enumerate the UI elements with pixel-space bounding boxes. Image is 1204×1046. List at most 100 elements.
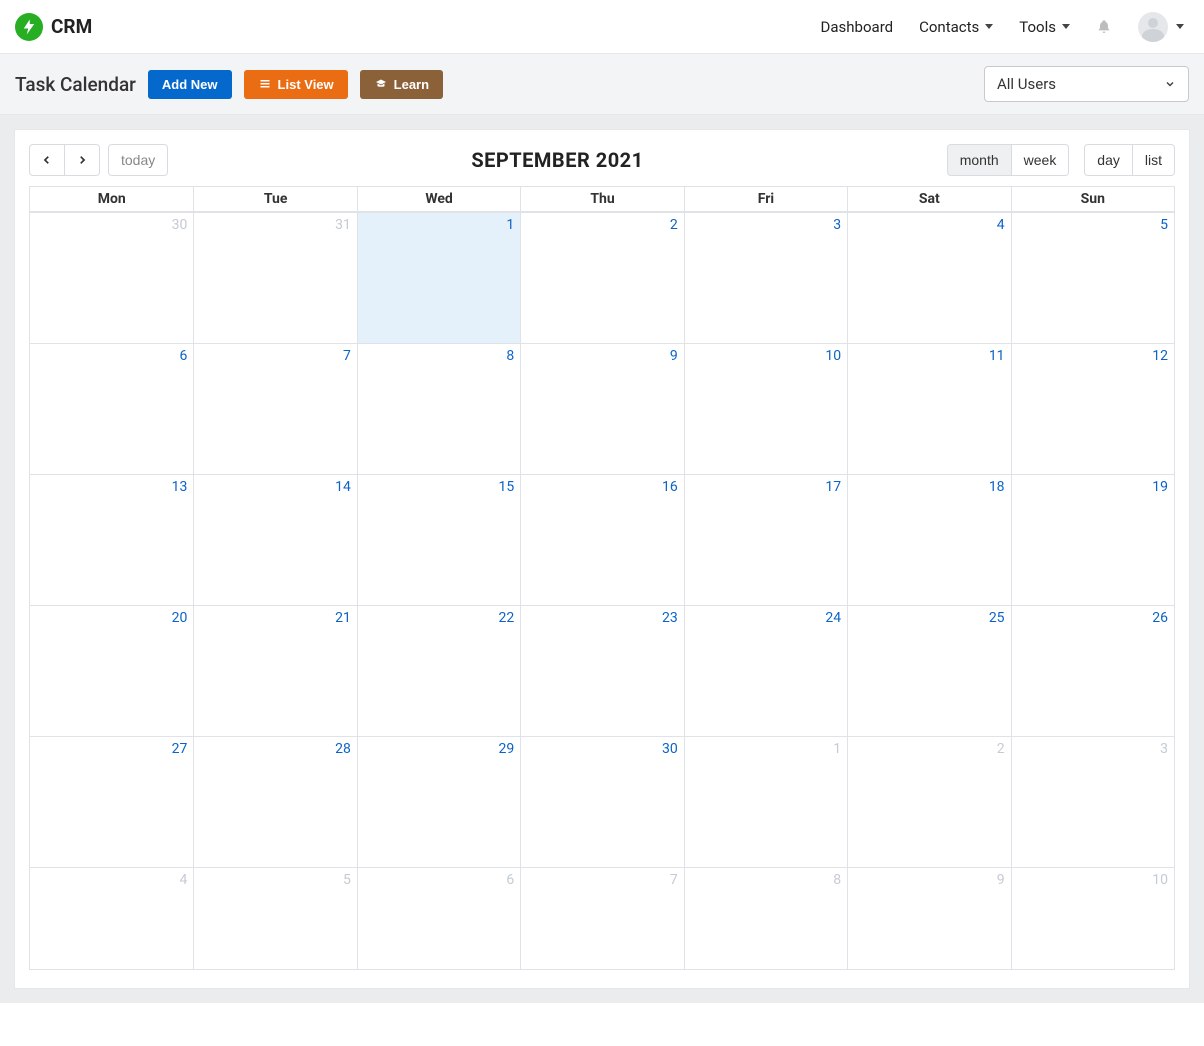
calendar-cell[interactable]: 14 bbox=[193, 474, 356, 605]
view-day-button[interactable]: day bbox=[1084, 144, 1133, 176]
calendar-cell[interactable]: 7 bbox=[520, 867, 683, 969]
calendar-cell[interactable]: 4 bbox=[847, 212, 1010, 343]
day-number[interactable]: 6 bbox=[506, 872, 514, 888]
add-new-button[interactable]: Add New bbox=[148, 70, 232, 99]
calendar-cell[interactable]: 5 bbox=[1011, 212, 1174, 343]
calendar-cell[interactable]: 6 bbox=[30, 343, 193, 474]
day-number[interactable]: 31 bbox=[335, 217, 351, 233]
calendar-cell[interactable]: 2 bbox=[520, 212, 683, 343]
calendar-cell[interactable]: 24 bbox=[684, 605, 847, 736]
day-number[interactable]: 10 bbox=[1152, 872, 1168, 888]
user-filter-select[interactable]: All Users bbox=[984, 66, 1189, 102]
calendar-cell[interactable]: 27 bbox=[30, 736, 193, 867]
day-number[interactable]: 2 bbox=[997, 741, 1005, 757]
day-number[interactable]: 15 bbox=[499, 479, 515, 495]
day-number[interactable]: 28 bbox=[335, 741, 351, 757]
day-number[interactable]: 29 bbox=[499, 741, 515, 757]
day-number[interactable]: 8 bbox=[833, 872, 841, 888]
view-list-button[interactable]: list bbox=[1133, 144, 1175, 176]
user-menu[interactable] bbox=[1138, 12, 1184, 42]
day-number[interactable]: 19 bbox=[1152, 479, 1168, 495]
nav-contacts[interactable]: Contacts bbox=[919, 18, 993, 36]
bell-icon[interactable] bbox=[1096, 18, 1112, 36]
today-button[interactable]: today bbox=[108, 144, 168, 176]
day-number[interactable]: 9 bbox=[997, 872, 1005, 888]
calendar-cell[interactable]: 25 bbox=[847, 605, 1010, 736]
learn-button[interactable]: Learn bbox=[360, 70, 443, 99]
calendar-cell[interactable]: 21 bbox=[193, 605, 356, 736]
calendar-cell[interactable]: 31 bbox=[193, 212, 356, 343]
calendar-cell[interactable]: 26 bbox=[1011, 605, 1174, 736]
calendar-cell[interactable]: 18 bbox=[847, 474, 1010, 605]
calendar-cell[interactable]: 6 bbox=[357, 867, 520, 969]
calendar-cell[interactable]: 17 bbox=[684, 474, 847, 605]
day-number[interactable]: 10 bbox=[825, 348, 841, 364]
day-number[interactable]: 1 bbox=[833, 741, 841, 757]
calendar-cell[interactable]: 19 bbox=[1011, 474, 1174, 605]
day-number[interactable]: 2 bbox=[670, 217, 678, 233]
calendar-cell[interactable]: 1 bbox=[684, 736, 847, 867]
day-number[interactable]: 1 bbox=[506, 217, 514, 233]
calendar-cell[interactable]: 2 bbox=[847, 736, 1010, 867]
prev-button[interactable] bbox=[29, 144, 65, 176]
day-number[interactable]: 30 bbox=[662, 741, 678, 757]
calendar-cell[interactable]: 1 bbox=[357, 212, 520, 343]
day-number[interactable]: 21 bbox=[335, 610, 351, 626]
day-number[interactable]: 26 bbox=[1152, 610, 1168, 626]
calendar-cell[interactable]: 11 bbox=[847, 343, 1010, 474]
day-number[interactable]: 17 bbox=[825, 479, 841, 495]
calendar-cell[interactable]: 29 bbox=[357, 736, 520, 867]
calendar-cell[interactable]: 9 bbox=[520, 343, 683, 474]
day-number[interactable]: 13 bbox=[172, 479, 188, 495]
calendar-cell[interactable]: 10 bbox=[1011, 867, 1174, 969]
calendar-cell[interactable]: 3 bbox=[684, 212, 847, 343]
view-week-button[interactable]: week bbox=[1012, 144, 1070, 176]
day-number[interactable]: 18 bbox=[989, 479, 1005, 495]
calendar-cell[interactable]: 8 bbox=[684, 867, 847, 969]
day-number[interactable]: 16 bbox=[662, 479, 678, 495]
calendar-cell[interactable]: 28 bbox=[193, 736, 356, 867]
day-number[interactable]: 20 bbox=[172, 610, 188, 626]
calendar-cell[interactable]: 3 bbox=[1011, 736, 1174, 867]
day-number[interactable]: 7 bbox=[343, 348, 351, 364]
calendar-cell[interactable]: 4 bbox=[30, 867, 193, 969]
day-number[interactable]: 7 bbox=[670, 872, 678, 888]
calendar-cell[interactable]: 5 bbox=[193, 867, 356, 969]
day-number[interactable]: 27 bbox=[172, 741, 188, 757]
calendar-cell[interactable]: 8 bbox=[357, 343, 520, 474]
day-number[interactable]: 25 bbox=[989, 610, 1005, 626]
day-number[interactable]: 3 bbox=[833, 217, 841, 233]
calendar-cell[interactable]: 9 bbox=[847, 867, 1010, 969]
day-number[interactable]: 8 bbox=[506, 348, 514, 364]
calendar-cell[interactable]: 16 bbox=[520, 474, 683, 605]
calendar-cell[interactable]: 23 bbox=[520, 605, 683, 736]
day-number[interactable]: 22 bbox=[499, 610, 515, 626]
day-number[interactable]: 3 bbox=[1160, 741, 1168, 757]
calendar-cell[interactable]: 7 bbox=[193, 343, 356, 474]
day-number[interactable]: 24 bbox=[825, 610, 841, 626]
day-number[interactable]: 30 bbox=[172, 217, 188, 233]
calendar-cell[interactable]: 13 bbox=[30, 474, 193, 605]
list-view-button[interactable]: List View bbox=[244, 70, 348, 99]
calendar-cell[interactable]: 20 bbox=[30, 605, 193, 736]
day-number[interactable]: 5 bbox=[343, 872, 351, 888]
calendar-cell[interactable]: 12 bbox=[1011, 343, 1174, 474]
day-number[interactable]: 4 bbox=[997, 217, 1005, 233]
calendar-cell[interactable]: 15 bbox=[357, 474, 520, 605]
view-month-button[interactable]: month bbox=[947, 144, 1012, 176]
day-number[interactable]: 14 bbox=[335, 479, 351, 495]
nav-dashboard[interactable]: Dashboard bbox=[821, 18, 894, 36]
day-number[interactable]: 4 bbox=[180, 872, 188, 888]
day-number[interactable]: 9 bbox=[670, 348, 678, 364]
brand[interactable]: CRM bbox=[15, 13, 92, 41]
day-number[interactable]: 12 bbox=[1152, 348, 1168, 364]
calendar-cell[interactable]: 10 bbox=[684, 343, 847, 474]
day-number[interactable]: 23 bbox=[662, 610, 678, 626]
day-number[interactable]: 11 bbox=[989, 348, 1005, 364]
calendar-cell[interactable]: 22 bbox=[357, 605, 520, 736]
day-number[interactable]: 5 bbox=[1160, 217, 1168, 233]
calendar-cell[interactable]: 30 bbox=[520, 736, 683, 867]
calendar-cell[interactable]: 30 bbox=[30, 212, 193, 343]
next-button[interactable] bbox=[65, 144, 100, 176]
nav-tools[interactable]: Tools bbox=[1019, 18, 1070, 36]
